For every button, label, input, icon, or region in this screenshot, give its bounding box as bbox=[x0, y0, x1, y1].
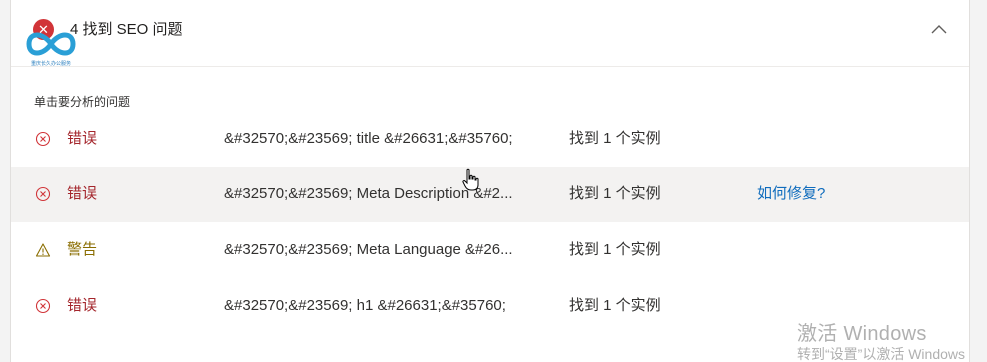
issue-row[interactable]: 警告 &#32570;&#23569; Meta Language &#26..… bbox=[11, 223, 969, 278]
severity-label: 警告 bbox=[67, 241, 98, 258]
issue-description: &#32570;&#23569; title &#26631;&#35760; bbox=[224, 130, 513, 147]
issue-description: &#32570;&#23569; Meta Language &#26... bbox=[224, 241, 513, 258]
activation-watermark-subtitle: 转到“设置”以激活 Windows bbox=[797, 346, 966, 362]
seo-issues-panel: ✕ 重庆长久办公服务 4 找到 SEO 问题 单击要分析的问题 错误 &#325… bbox=[10, 0, 970, 362]
issue-row[interactable]: 错误 &#32570;&#23569; Meta Description &#2… bbox=[11, 167, 969, 222]
error-circle-icon bbox=[35, 186, 51, 202]
issue-description: &#32570;&#23569; h1 &#26631;&#35760; bbox=[224, 297, 506, 314]
how-to-fix-link[interactable]: 如何修复? bbox=[757, 184, 825, 204]
instance-count: 找到 1 个实例 bbox=[569, 130, 661, 147]
logo-caption: 重庆长久办公服务 bbox=[30, 61, 71, 67]
chevron-up-icon[interactable] bbox=[926, 18, 952, 40]
severity-label: 错误 bbox=[67, 130, 98, 147]
panel-title: 4 找到 SEO 问题 bbox=[70, 21, 183, 38]
severity-label: 错误 bbox=[67, 297, 98, 314]
error-circle-icon bbox=[35, 131, 51, 147]
error-circle-icon bbox=[35, 298, 51, 314]
issue-description: &#32570;&#23569; Meta Description &#2... bbox=[224, 185, 513, 202]
activation-watermark-title: 激活 Windows bbox=[797, 323, 927, 345]
instance-count: 找到 1 个实例 bbox=[569, 241, 661, 258]
instance-count: 找到 1 个实例 bbox=[569, 185, 661, 202]
hand-cursor-icon bbox=[462, 168, 479, 191]
instance-count: 找到 1 个实例 bbox=[569, 297, 661, 314]
warning-triangle-icon bbox=[35, 243, 51, 257]
instruction-text: 单击要分析的问题 bbox=[34, 95, 131, 109]
panel-header[interactable]: ✕ 重庆长久办公服务 4 找到 SEO 问题 bbox=[11, 0, 969, 67]
issue-row[interactable]: 错误 &#32570;&#23569; title &#26631;&#3576… bbox=[11, 112, 969, 167]
severity-label: 错误 bbox=[67, 185, 98, 202]
